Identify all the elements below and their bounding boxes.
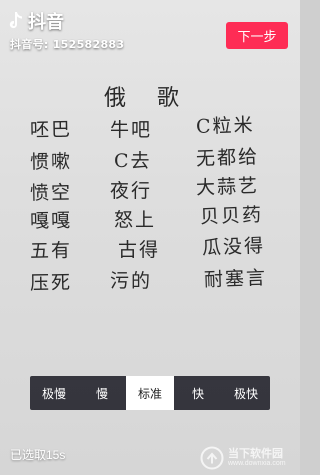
speed-option-fast[interactable]: 快 (174, 376, 222, 410)
watermark-name: 当下软件园 (228, 448, 283, 461)
account-id: 抖音号: 152582883 (10, 38, 125, 51)
poem-line: 呸巴 (29, 118, 73, 142)
speed-option-slow[interactable]: 慢 (78, 376, 126, 410)
watermark-url: www.downxia.com (228, 460, 286, 468)
poem-line: 牛吧 (110, 119, 153, 141)
poem-line: C去 (114, 150, 152, 172)
poem-line: 惯嗽 (29, 150, 73, 174)
poem-line: 瓜没得 (201, 234, 266, 260)
poem-line: 无都给 (195, 145, 260, 171)
next-button[interactable]: 下一步 (226, 22, 288, 49)
poem-line: 夜行 (110, 180, 153, 202)
poem-title: 俄 歌 (104, 86, 191, 111)
speed-selector: 极慢 慢 标准 快 极快 (30, 376, 270, 410)
poem-line: 五有 (29, 239, 73, 263)
poem-line: 耐塞言 (203, 266, 268, 292)
app-name: 抖音 (28, 12, 64, 33)
poem-line: 愤空 (29, 181, 73, 205)
poem-line: 污的 (110, 270, 153, 292)
speed-option-very-fast[interactable]: 极快 (222, 376, 270, 410)
poem-line: C粒米 (195, 113, 255, 139)
watermark-logo-icon (200, 446, 224, 470)
speed-option-very-slow[interactable]: 极慢 (30, 376, 78, 410)
watermark: 当下软件园 www.downxia.com (200, 443, 296, 473)
poem-line: 大蒜艺 (195, 174, 260, 200)
poem-line: 贝贝药 (199, 203, 264, 229)
poem-line: 古得 (118, 239, 161, 261)
speed-option-normal[interactable]: 标准 (126, 376, 174, 410)
poem-line: 怒上 (114, 209, 157, 231)
poem-line: 嘎嘎 (29, 209, 73, 233)
selected-duration: 已选取15s (10, 448, 66, 462)
douyin-logo: 抖音 (8, 8, 64, 34)
music-note-icon (8, 11, 24, 31)
poem-line: 压死 (29, 271, 73, 295)
